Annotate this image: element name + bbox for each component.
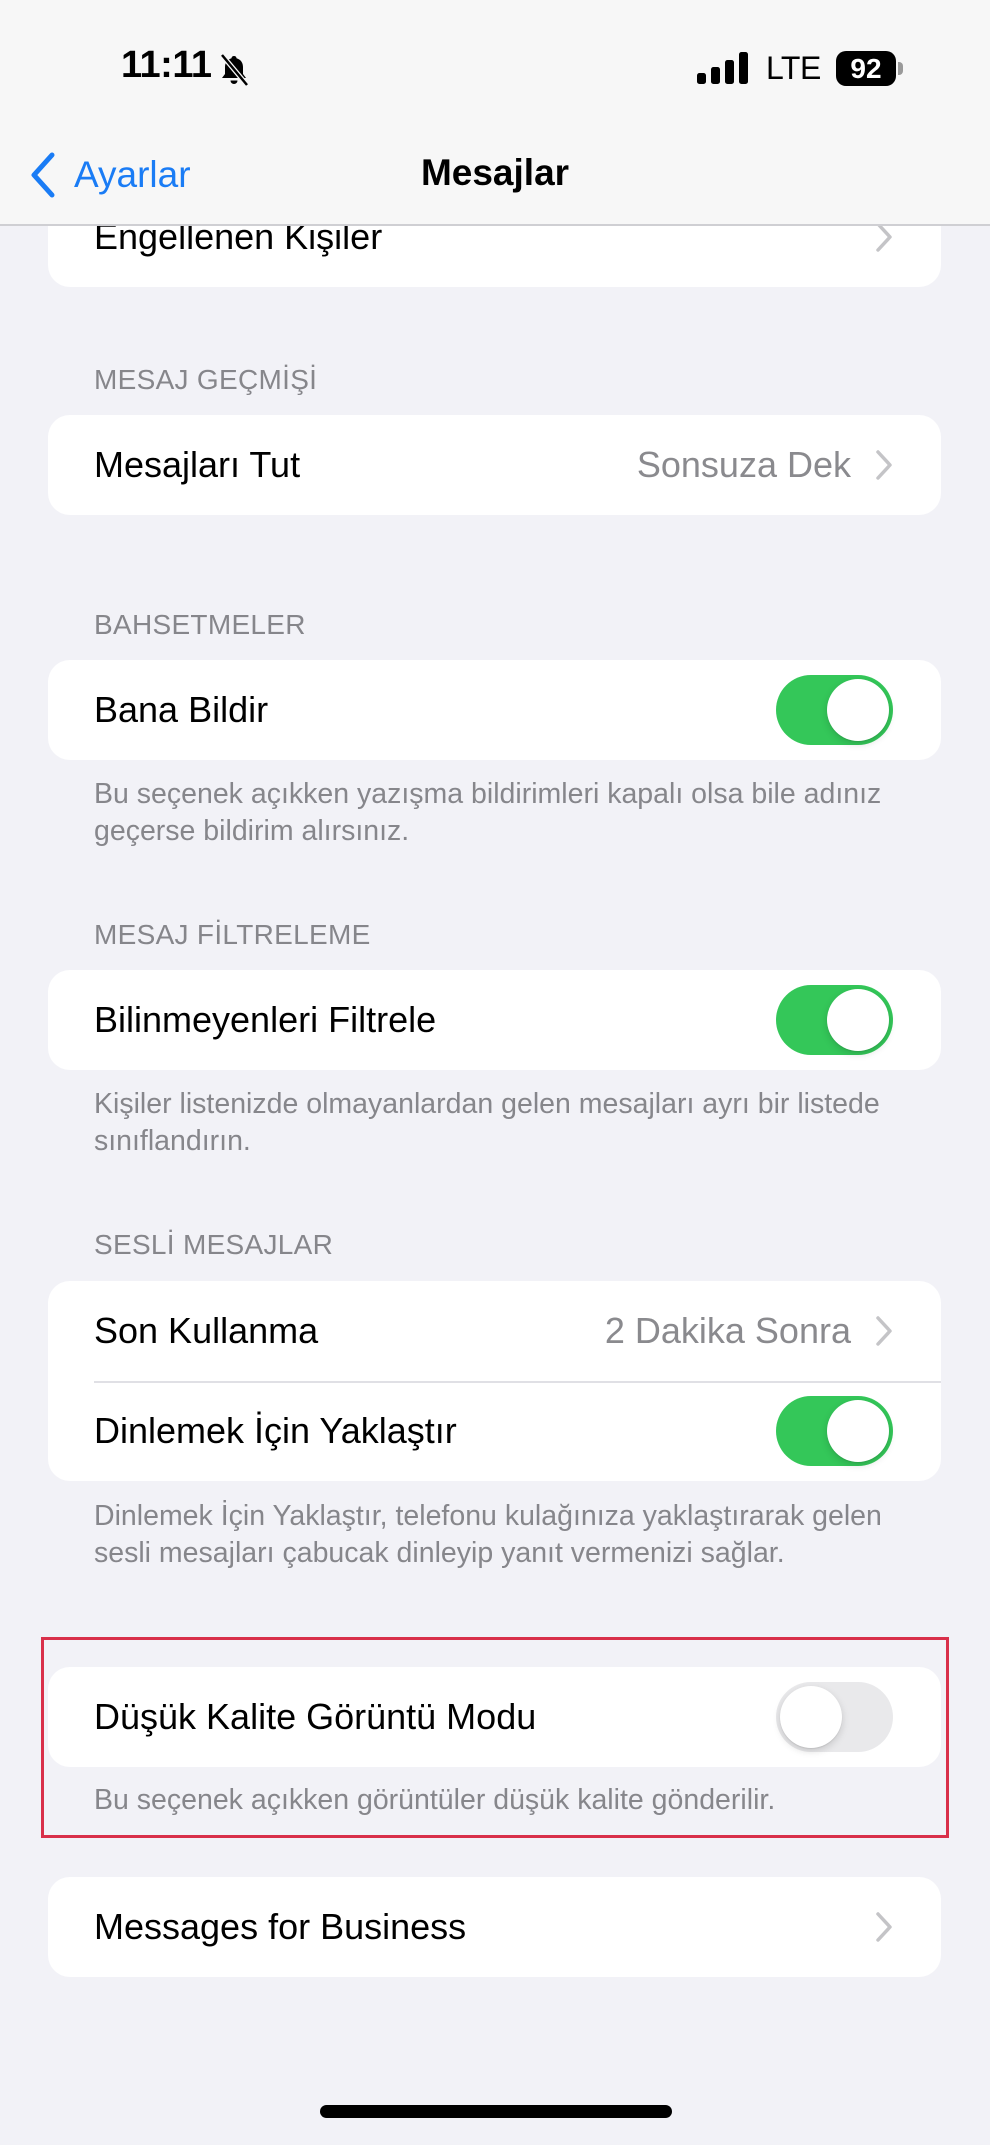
toggle-knob bbox=[827, 1400, 889, 1462]
low-quality-row: Düşük Kalite Görüntü Modu bbox=[48, 1667, 941, 1767]
row-value: 2 Dakika Sonra bbox=[604, 1310, 851, 1351]
history-card: Mesajları Tut Sonsuza Dek bbox=[48, 415, 941, 515]
toggle-knob bbox=[827, 679, 889, 741]
status-bar: 11:11 LTE 92 bbox=[0, 0, 990, 120]
audio-footer: Dinlemek İçin Yaklaştır, telefonu kulağı… bbox=[94, 1500, 882, 1569]
section-header-history: MESAJ GEÇMİŞİ bbox=[94, 364, 318, 395]
row-label: Bilinmeyenleri Filtrele bbox=[94, 999, 437, 1040]
navigation-bar: Ayarlar Mesajlar bbox=[0, 120, 990, 226]
cellular-signal-icon bbox=[697, 52, 748, 84]
messages-for-business-row[interactable]: Messages for Business bbox=[48, 1877, 941, 1977]
row-label: Mesajları Tut bbox=[94, 444, 301, 485]
filter-unknown-toggle[interactable] bbox=[776, 985, 893, 1055]
toggle-knob bbox=[780, 1686, 842, 1748]
battery-percent: 92 bbox=[850, 53, 882, 84]
mentions-card: Bana Bildir bbox=[48, 660, 941, 760]
page-title: Mesajlar bbox=[420, 152, 570, 193]
expire-row[interactable]: Son Kullanma 2 Dakika Sonra bbox=[48, 1281, 941, 1381]
battery-cap bbox=[898, 62, 903, 75]
notify-me-row: Bana Bildir bbox=[48, 660, 941, 760]
audio-card: Son Kullanma 2 Dakika Sonra Dinlemek İçi… bbox=[48, 1281, 941, 1481]
row-value: Sonsuza Dek bbox=[636, 444, 851, 485]
raise-to-listen-row: Dinlemek İçin Yaklaştır bbox=[48, 1381, 941, 1481]
keep-messages-row[interactable]: Mesajları Tut Sonsuza Dek bbox=[48, 415, 941, 515]
battery-icon: 92 bbox=[836, 51, 896, 86]
filter-unknown-row: Bilinmeyenleri Filtrele bbox=[48, 970, 941, 1070]
chevron-right-icon bbox=[876, 1316, 892, 1346]
status-time: 11:11 bbox=[121, 44, 212, 86]
chevron-right-icon bbox=[876, 450, 892, 480]
filtering-card: Bilinmeyenleri Filtrele bbox=[48, 970, 941, 1070]
raise-to-listen-toggle[interactable] bbox=[776, 1396, 893, 1466]
row-label: Son Kullanma bbox=[94, 1310, 319, 1351]
toggle-knob bbox=[827, 989, 889, 1051]
row-label: Bana Bildir bbox=[94, 689, 269, 730]
section-header-mentions: BAHSETMELER bbox=[94, 609, 306, 640]
notify-me-toggle[interactable] bbox=[776, 675, 893, 745]
business-card: Messages for Business bbox=[48, 1877, 941, 1977]
section-header-filtering: MESAJ FİLTRELEME bbox=[94, 919, 371, 950]
section-header-audio: SESLİ MESAJLAR bbox=[94, 1229, 334, 1260]
low-quality-footer: Bu seçenek açıkken görüntüler düşük kali… bbox=[94, 1784, 776, 1816]
low-quality-toggle[interactable] bbox=[776, 1682, 893, 1752]
row-label: Dinlemek İçin Yaklaştır bbox=[94, 1410, 457, 1451]
row-label: Düşük Kalite Görüntü Modu bbox=[94, 1696, 537, 1737]
low-quality-card: Düşük Kalite Görüntü Modu bbox=[48, 1667, 941, 1767]
home-indicator[interactable] bbox=[320, 2105, 672, 2118]
mentions-footer: Bu seçenek açıkken yazışma bildirimleri … bbox=[94, 778, 882, 847]
filtering-footer: Kişiler listenizde olmayanlardan gelen m… bbox=[94, 1088, 880, 1157]
chevron-right-icon bbox=[876, 1912, 892, 1942]
row-label: Messages for Business bbox=[94, 1906, 467, 1947]
network-type: LTE bbox=[766, 50, 821, 86]
bell-slash-icon bbox=[220, 53, 249, 87]
